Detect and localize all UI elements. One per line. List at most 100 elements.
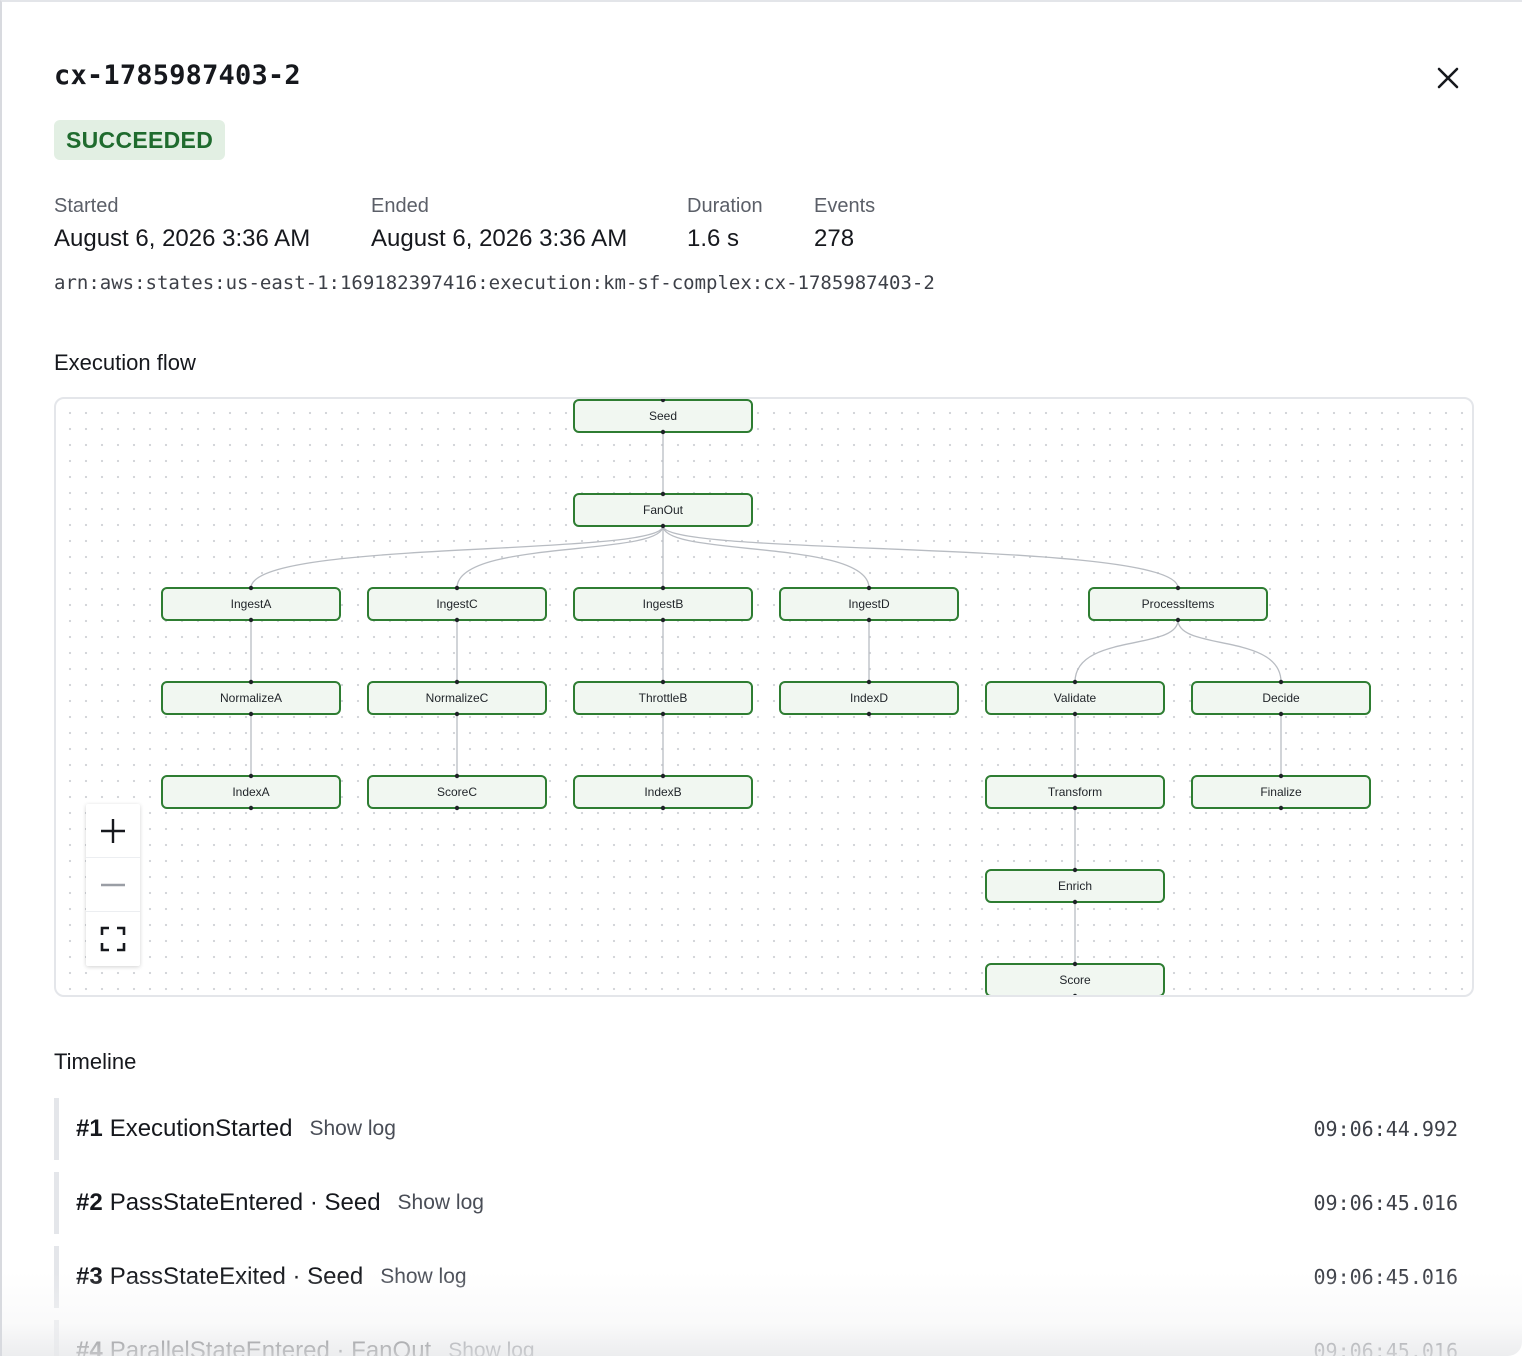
events-label: Events [814,195,876,217]
close-icon [1437,67,1459,89]
flow-node-seed[interactable]: Seed [573,399,753,435]
started-label: Started [54,195,119,217]
flow-node-label: IndexB [644,785,681,799]
flow-edge [1177,619,1282,683]
show-log-button[interactable]: Show log [309,1117,395,1141]
flow-node-label: ThrottleB [639,691,688,705]
flow-node-handle[interactable] [866,711,872,717]
flow-node-scorec[interactable]: ScoreC [367,773,547,811]
flow-node-label: Validate [1054,691,1097,705]
flow-node-handle[interactable] [660,805,666,811]
meta-duration: Duration 1.6 s [687,194,763,254]
flow-node-handle[interactable] [1072,961,1078,967]
flow-node-handle[interactable] [660,429,666,435]
timeline-event: #2 PassStateEntered · Seed Show log [76,1172,484,1234]
show-log-button[interactable]: Show log [380,1265,466,1289]
flow-node-handle[interactable] [1072,679,1078,685]
show-log-button[interactable]: Show log [398,1191,484,1215]
flow-node-handle[interactable] [660,679,666,685]
flow-node-handle[interactable] [660,523,666,529]
flow-node-ingestd[interactable]: IngestD [779,585,959,623]
flow-node-label: IngestA [231,597,272,611]
flow-node-label: NormalizeA [220,691,282,705]
flow-node-validate[interactable]: Validate [985,679,1165,717]
timeline-row: #1 ExecutionStarted Show log 09:06:44.992 [54,1098,1474,1160]
meta-ended: Ended August 6, 2026 3:36 AM [371,194,627,254]
flow-node-handle[interactable] [248,805,254,811]
flow-node-handle[interactable] [1072,711,1078,717]
execution-flow-canvas[interactable]: Seed FanOut IngestA IngestC IngestB IngestD Pr… [54,397,1474,997]
flow-node-throttleb[interactable]: ThrottleB [573,679,753,717]
flow-node-handle[interactable] [1278,805,1284,811]
flow-node-handle[interactable] [248,679,254,685]
timeline-event: #4 ParallelStateEntered · FanOut Show log [76,1320,535,1356]
flow-node-handle[interactable] [1278,679,1284,685]
flow-node-handle[interactable] [248,773,254,779]
flow-node-handle[interactable] [866,617,872,623]
flow-node-ingestc[interactable]: IngestC [367,585,547,623]
flow-node-handle[interactable] [248,585,254,591]
flow-node-indexd[interactable]: IndexD [779,679,959,717]
flow-node-handle[interactable] [1072,805,1078,811]
flow-node-normalizea[interactable]: NormalizeA [161,679,341,717]
flow-node-label: IndexD [850,691,888,705]
flow-node-handle[interactable] [660,711,666,717]
flow-node-decide[interactable]: Decide [1191,679,1371,717]
flow-node-handle[interactable] [660,585,666,591]
flow-node-enrich[interactable]: Enrich [985,867,1165,905]
flow-node-score[interactable]: Score [985,961,1165,997]
flow-node-handle[interactable] [1175,617,1181,623]
flow-node-handle[interactable] [454,679,460,685]
flow-node-indexa[interactable]: IndexA [161,773,341,811]
event-timestamp: 09:06:44.992 [1313,1117,1459,1141]
flow-node-handle[interactable] [248,711,254,717]
flow-node-handle[interactable] [1278,773,1284,779]
flow-node-label: Transform [1048,785,1102,799]
flow-node-handle[interactable] [454,711,460,717]
flow-node-handle[interactable] [454,585,460,591]
flow-node-indexb[interactable]: IndexB [573,773,753,811]
events-value: 278 [814,225,855,252]
duration-label: Duration [687,195,763,217]
flow-node-handle[interactable] [866,679,872,685]
flow-node-fanout[interactable]: FanOut [573,491,753,529]
flow-node-ingesta[interactable]: IngestA [161,585,341,623]
fit-view-button[interactable] [86,912,140,966]
execution-arn: arn:aws:states:us-east-1:169182397416:ex… [54,272,935,294]
show-log-button[interactable]: Show log [448,1339,534,1356]
zoom-in-button[interactable] [86,804,140,858]
plus-icon [101,818,125,843]
flow-node-transform[interactable]: Transform [985,773,1165,811]
timeline-event: #1 ExecutionStarted Show log [76,1098,396,1160]
flow-node-processitems[interactable]: ProcessItems [1088,585,1268,623]
flow-edge [662,525,1179,589]
zoom-controls [86,804,140,966]
flow-node-handle[interactable] [660,773,666,779]
flow-node-ingestb[interactable]: IngestB [573,585,753,623]
flow-node-handle[interactable] [454,805,460,811]
flow-node-normalizec[interactable]: NormalizeC [367,679,547,717]
flow-node-handle[interactable] [1175,585,1181,591]
zoom-out-button[interactable] [86,858,140,912]
flow-node-handle[interactable] [866,585,872,591]
flow-node-handle[interactable] [660,617,666,623]
execution-flow-heading: Execution flow [54,350,196,375]
flow-node-handle[interactable] [1278,711,1284,717]
close-button[interactable] [1432,62,1464,94]
event-timestamp: 09:06:45.016 [1313,1339,1459,1356]
flow-node-handle[interactable] [660,491,666,497]
flow-node-label: Seed [649,409,677,423]
meta-started: Started August 6, 2026 3:36 AM [54,194,310,254]
flow-node-label: Enrich [1058,879,1092,893]
flow-node-handle[interactable] [1072,899,1078,905]
flow-node-handle[interactable] [454,617,460,623]
flow-node-handle[interactable] [454,773,460,779]
event-timestamp: 09:06:45.016 [1313,1191,1459,1215]
status-badge: SUCCEEDED [54,120,226,160]
flow-node-finalize[interactable]: Finalize [1191,773,1371,811]
flow-node-handle[interactable] [1072,867,1078,873]
flow-node-handle[interactable] [1072,773,1078,779]
flow-node-handle[interactable] [248,617,254,623]
flow-node-label: Decide [1262,691,1300,705]
flow-node-label: Score [1059,973,1091,987]
